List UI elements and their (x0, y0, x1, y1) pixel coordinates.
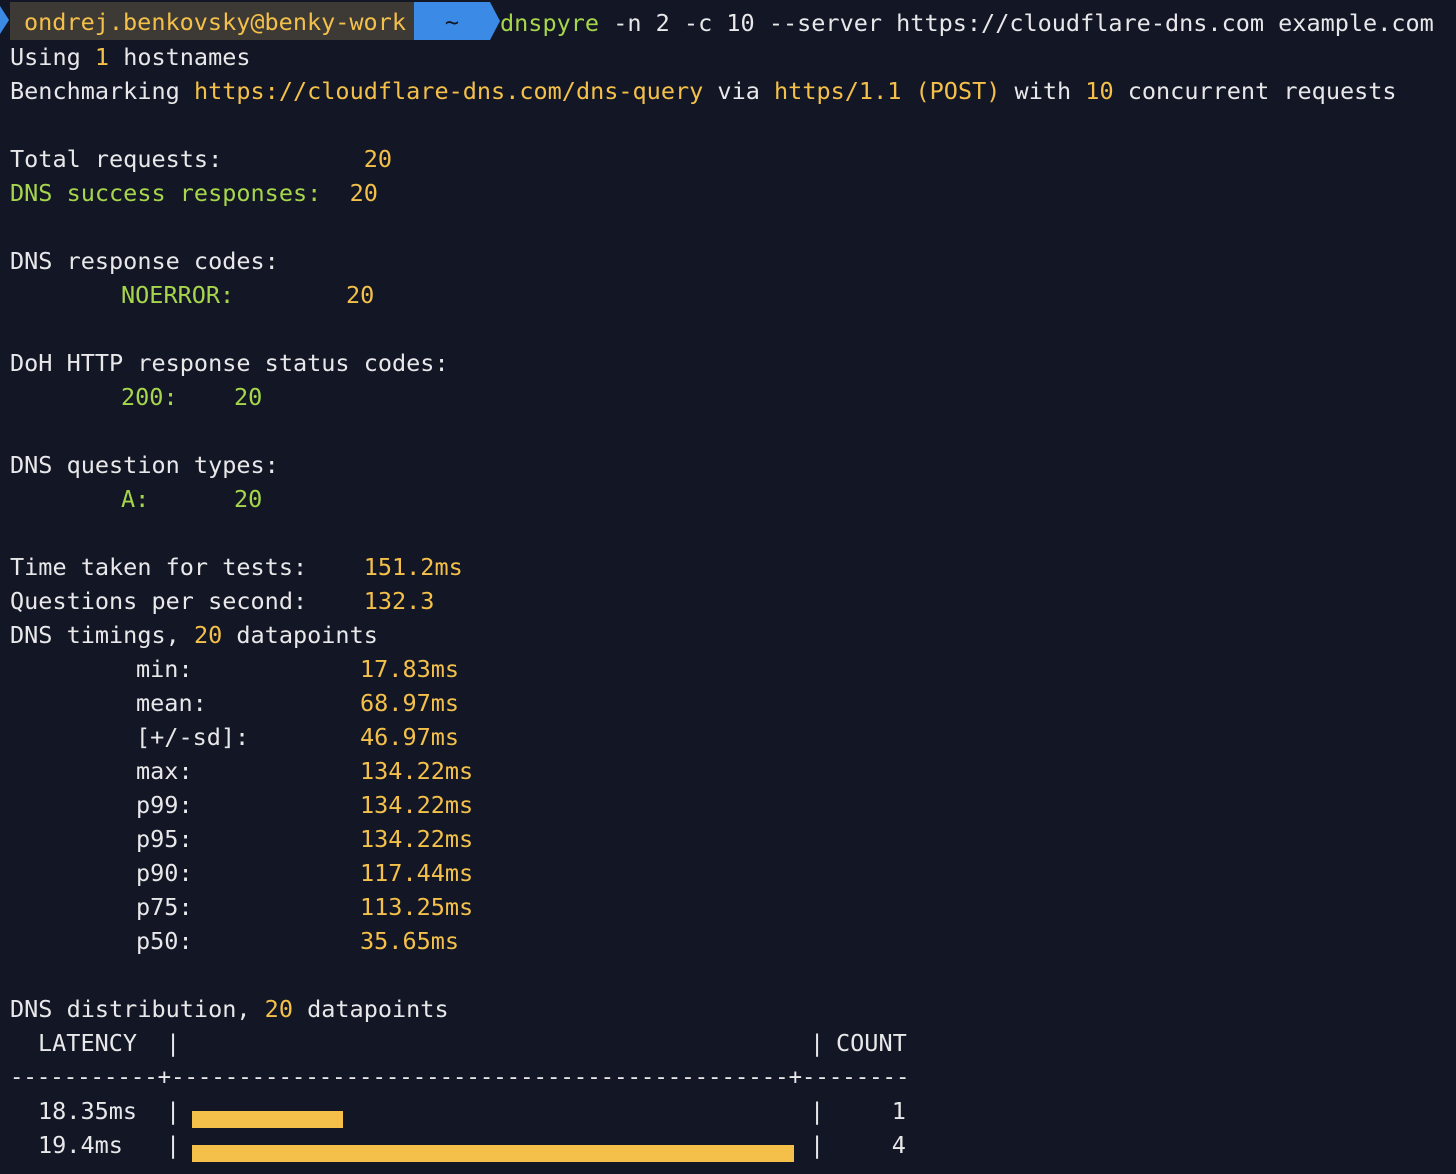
using-suffix: hostnames (109, 43, 251, 71)
benchmarking-line: Benchmarking https://cloudflare-dns.com/… (10, 74, 1397, 108)
stat-value: 46.97ms (360, 723, 460, 751)
success-responses-label: DNS success responses: (10, 179, 350, 207)
total-requests-line: Total requests: 20 (10, 142, 392, 176)
bench-concurrency: 10 (1085, 77, 1114, 105)
dns-timings-suffix: datapoints (222, 621, 378, 649)
bench-url: https://cloudflare-dns.com/dns-query (193, 77, 704, 105)
stat-label: min: (136, 655, 193, 683)
distribution-suffix: datapoints (292, 995, 449, 1023)
hostnames-count: 1 (94, 43, 110, 71)
col-latency-header: LATENCY (38, 1029, 138, 1057)
qps-label: Questions per second: (10, 587, 364, 615)
success-responses-value: 20 (349, 179, 378, 207)
table-separator: -----------+----------------------------… (10, 1064, 910, 1090)
time-taken-line: Time taken for tests: 151.2ms (10, 550, 463, 584)
question-types-title: DNS question types: (10, 451, 279, 479)
total-requests-value: 20 (363, 145, 393, 173)
stat-value: 134.22ms (360, 825, 474, 853)
prompt-user-host: ondrej.benkovsky@benky-work (10, 2, 421, 40)
row-latency: 18.35ms (38, 1097, 138, 1125)
time-taken-value: 151.2ms (363, 553, 463, 581)
stat-value: 17.83ms (360, 655, 460, 683)
row-pipe: | (810, 1097, 825, 1125)
success-responses-line: DNS success responses: 20 (10, 176, 378, 210)
row-latency: 19.4ms (38, 1131, 123, 1159)
noerror-label: NOERROR: (121, 281, 235, 309)
stat-label: p50: (136, 927, 193, 955)
using-hostnames-line: Using 1 hostnames (10, 40, 251, 74)
distribution-title: DNS distribution, 20 datapoints (10, 992, 449, 1026)
dns-timings-title: DNS timings, 20 datapoints (10, 618, 378, 652)
prompt-segment-end (490, 2, 500, 40)
question-type-a-label: A: (121, 485, 150, 513)
qps-value: 132.3 (363, 587, 435, 615)
bench-with: with (1000, 77, 1086, 105)
stat-value: 68.97ms (360, 689, 460, 717)
stat-value: 35.65ms (360, 927, 460, 955)
doh-200-label: 200: (121, 383, 178, 411)
response-codes-title: DNS response codes: (10, 247, 279, 275)
histogram-bar (192, 1111, 343, 1128)
total-requests-label: Total requests: (10, 145, 364, 173)
command-args: -n 2 -c 10 --server https://cloudflare-d… (599, 9, 1434, 37)
prompt-segment-start (0, 6, 9, 34)
stat-label: p95: (136, 825, 193, 853)
doh-status-title: DoH HTTP response status codes: (10, 349, 449, 377)
terminal-window[interactable]: ondrej.benkovsky@benky-work ~ dnspyre -n… (0, 0, 1456, 1174)
dns-timings-prefix: DNS timings, (10, 621, 194, 649)
bench-via: via (703, 77, 775, 105)
stat-value: 134.22ms (360, 757, 474, 785)
row-count: 1 (891, 1097, 906, 1125)
col-count-header: COUNT (836, 1029, 907, 1057)
stat-label: mean: (136, 689, 207, 717)
time-taken-label: Time taken for tests: (10, 553, 364, 581)
bench-suffix: concurrent requests (1113, 77, 1397, 105)
dns-timings-count: 20 (193, 621, 223, 649)
row-pipe: | (810, 1131, 825, 1159)
stat-value: 134.22ms (360, 791, 474, 819)
bench-protocol: https/1.1 (POST) (774, 77, 1001, 105)
command-line: dnspyre -n 2 -c 10 --server https://clou… (500, 6, 1434, 40)
row-pipe: | (166, 1097, 181, 1125)
stat-label: max: (136, 757, 193, 785)
row-count: 4 (891, 1131, 906, 1159)
prompt-directory: ~ (414, 2, 490, 40)
using-prefix: Using (10, 43, 95, 71)
stat-label: p99: (136, 791, 193, 819)
histogram-bar (192, 1145, 794, 1162)
row-pipe: | (166, 1131, 181, 1159)
col-pipe: | (810, 1029, 825, 1057)
stat-value: 117.44ms (360, 859, 474, 887)
command-name: dnspyre (500, 9, 600, 37)
qps-line: Questions per second: 132.3 (10, 584, 434, 618)
bench-prefix: Benchmarking (10, 77, 194, 105)
noerror-value: 20 (346, 281, 375, 309)
question-type-a-value: 20 (234, 485, 263, 513)
stat-label: p75: (136, 893, 193, 921)
doh-200-value: 20 (234, 383, 263, 411)
stat-label: [+/-sd]: (136, 723, 250, 751)
stat-label: p90: (136, 859, 193, 887)
stat-value: 113.25ms (360, 893, 474, 921)
col-pipe: | (166, 1029, 181, 1057)
distribution-count: 20 (264, 995, 293, 1023)
distribution-prefix: DNS distribution, (10, 995, 265, 1023)
